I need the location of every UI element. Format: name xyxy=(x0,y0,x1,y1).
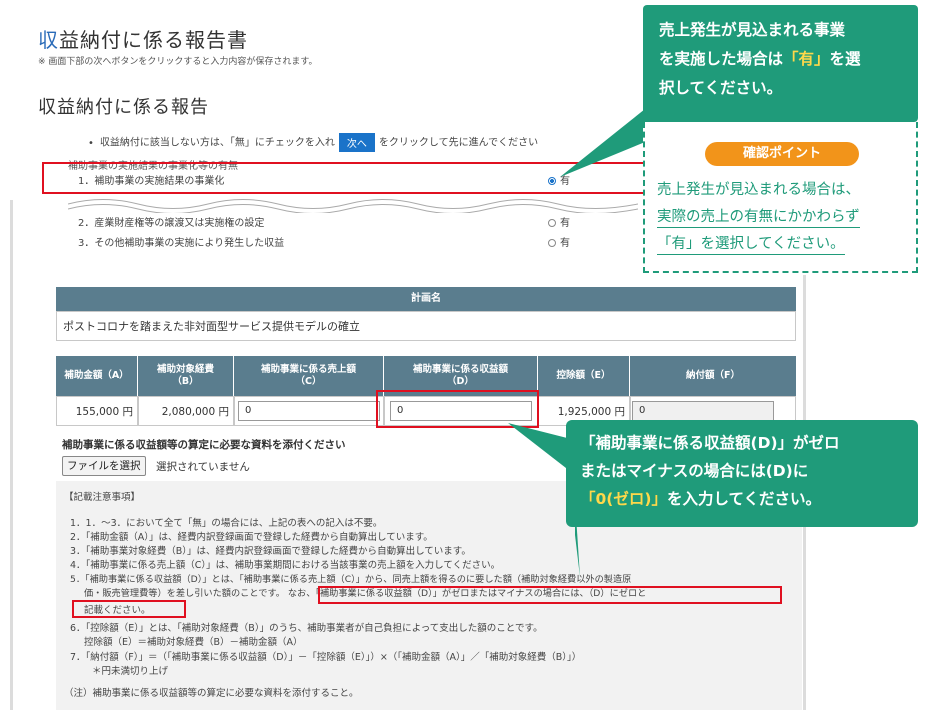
sales-amount-input[interactable]: 0 xyxy=(238,401,380,421)
callout-top-highlight: 「有」 xyxy=(783,50,830,68)
page-title-rest: 益納付に係る報告書 xyxy=(59,28,248,52)
tip-line-2: 実際の売上の有無にかかわらず xyxy=(657,205,860,228)
callout-top-line1: 売上発生が見込まれる事業 xyxy=(659,21,846,39)
callout-bottom-highlight: 「0(ゼロ)」 xyxy=(580,490,667,508)
header-c-label: 補助事業に係る売上額 xyxy=(260,363,356,375)
header-d-sub: （D） xyxy=(447,376,474,387)
note-line: 6．「控除額（E）」とは、「補助対象経費（B）」のうち、補助事業者が自己負担によ… xyxy=(70,623,543,634)
plan-header: 計画名 xyxy=(56,287,796,311)
notes-heading: 【記載注意事項】 xyxy=(64,492,141,503)
note-line: （注）補助事業に係る収益額等の算定に必要な資料を添付すること。 xyxy=(64,688,359,699)
header-b-sub: （B） xyxy=(172,376,199,387)
header-a-label: 補助金額（A） xyxy=(64,369,129,381)
value-b: 2,080,000 円 xyxy=(138,396,234,426)
header-f: 納付額（F） xyxy=(630,356,796,396)
callout-top-line2-pre: を実施した場合は xyxy=(659,50,784,68)
callout-top-pointer xyxy=(560,105,650,177)
check-point-badge: 確認ポイント xyxy=(705,142,859,166)
highlight-note-zero xyxy=(318,586,782,604)
note-line: 7．「納付額（F）」＝（「補助事業に係る収益額（D）」－「控除額（E）」）×（「… xyxy=(70,652,582,663)
instruction-line: • 収益納付に該当しない方は、「無」にチェックを入れ 次へ をクリックして先に進んでく… xyxy=(88,133,538,152)
note-line: ＊円未満切り上げ xyxy=(92,666,169,677)
callout-top-line2: を実施した場合は「有」を選 xyxy=(659,45,918,74)
header-e-label: 控除額（E） xyxy=(556,369,611,381)
tip-line-3: 「有」を選択してください。 xyxy=(657,232,845,255)
callout-top-line3: 択してください。 xyxy=(659,79,783,97)
callout-bottom-line1: 「補助事業に係る収益額(D)」がゼロ xyxy=(580,434,840,452)
page-title-first-char: 収 xyxy=(38,28,59,52)
instruction-post: をクリックして先に進んでください xyxy=(378,137,539,149)
plan-name: ポストコロナを踏まえた非対面型サービス提供モデルの確立 xyxy=(56,311,796,341)
payment-amount-field: 0 xyxy=(632,401,774,421)
callout-top-line2-post: を選 xyxy=(829,50,861,68)
note-line: 控除額（E）＝補助対象経費（B）－補助金額（A） xyxy=(84,637,303,648)
question-3-label: 3．その他補助事業の実施により発生した収益 xyxy=(78,238,285,249)
callout-bottom-line3-post: を入力してください。 xyxy=(666,490,822,508)
attachment-title: 補助事業に係る収益額等の算定に必要な資料を添付ください xyxy=(62,439,346,451)
question-2-option: 有 xyxy=(560,218,570,229)
callout-top: 売上発生が見込まれる事業 を実施した場合は「有」を選 択してください。 xyxy=(643,5,918,122)
omission-wave xyxy=(68,199,638,213)
header-b: 補助対象経費 （B） xyxy=(138,356,234,396)
section-title: 収益納付に係る報告 xyxy=(38,97,209,118)
header-c-sub: （C） xyxy=(295,376,322,387)
radio-unchecked-icon xyxy=(548,239,556,247)
save-note: ※ 画面下部の次へボタンをクリックすると入力内容が保存されます。 xyxy=(38,57,318,67)
value-a: 155,000 円 xyxy=(56,396,138,426)
content-left-border xyxy=(10,200,13,710)
instruction-pre: 収益納付に該当しない方は、「無」にチェックを入れ xyxy=(99,137,335,149)
choose-file-button[interactable]: ファイルを選択 xyxy=(62,456,146,476)
header-a: 補助金額（A） xyxy=(56,356,138,396)
file-status: 選択されていません xyxy=(156,461,250,473)
question-2-label: 2．産業財産権等の譲渡又は実施権の設定 xyxy=(78,218,265,229)
radio-unchecked-icon xyxy=(548,219,556,227)
question-2-radio-yes[interactable]: 有 xyxy=(548,214,570,229)
next-button[interactable]: 次へ xyxy=(338,133,375,152)
bullet-icon: • xyxy=(88,137,94,149)
header-b-label: 補助対象経費 xyxy=(156,363,214,375)
header-d-label: 補助事業に係る収益額 xyxy=(412,363,508,375)
note-line: 4．「補助事業に係る売上額（C）」は、補助事業期間における当該事業の売上額を入力… xyxy=(70,560,501,571)
question-3-option: 有 xyxy=(560,238,570,249)
page-title: 収益納付に係る報告書 xyxy=(38,24,248,53)
header-c: 補助事業に係る売上額 （C） xyxy=(234,356,384,396)
tip-line-1: 売上発生が見込まれる場合は、 xyxy=(657,182,860,198)
note-line: 2．「補助金額（A）」は、経費内訳登録画面で登録した経費から自動算出しています。 xyxy=(70,532,433,543)
highlight-note-write xyxy=(72,600,186,618)
note-line: 1．1．～3．において全て「無」の場合には、上記の表への記入は不要。 xyxy=(70,518,383,529)
header-f-label: 納付額（F） xyxy=(686,369,740,381)
callout-bottom-line3: 「0(ゼロ)」を入力してください。 xyxy=(580,485,918,513)
header-e: 控除額（E） xyxy=(538,356,630,396)
question-3-radio-yes[interactable]: 有 xyxy=(548,234,570,249)
callout-bottom-line2: またはマイナスの場合には(D)に xyxy=(580,462,809,480)
callout-bottom: 「補助事業に係る収益額(D)」がゼロ またはマイナスの場合には(D)に 「0(ゼ… xyxy=(566,420,918,527)
note-line: 3．「補助事業対象経費（B）」は、経費内訳登録画面で登録した経費から自動算出して… xyxy=(70,546,471,557)
